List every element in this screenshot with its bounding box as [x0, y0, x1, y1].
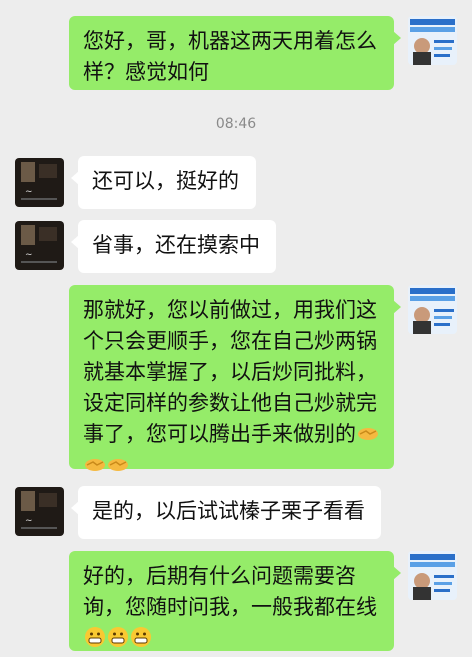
my-avatar[interactable] — [408, 285, 457, 334]
message-text: 您好，哥，机器这两天用着怎么样？感觉如何 — [83, 29, 377, 84]
my-avatar[interactable] — [408, 16, 457, 65]
message-text: 还可以，挺好的 — [92, 169, 239, 193]
svg-text:~: ~ — [25, 250, 33, 260]
grinning-face-emoji — [107, 626, 129, 648]
message-bubble-received[interactable]: 是的，以后试试榛子栗子看看 — [71, 486, 381, 539]
handshake-emoji — [357, 422, 379, 444]
svg-text:~: ~ — [25, 187, 33, 197]
message-text: 那就好，您以前做过，用我们这个只会更顺手，您在自己炒两锅就基本掌握了，以后炒同批… — [83, 298, 377, 446]
message-bubble-sent[interactable]: 那就好，您以前做过，用我们这个只会更顺手，您在自己炒两锅就基本掌握了，以后炒同批… — [69, 285, 401, 471]
message-bubble-received[interactable]: 还可以，挺好的 — [71, 156, 256, 209]
my-avatar[interactable] — [408, 551, 457, 600]
message-text: 好的，后期有什么问题需要咨询，您随时问我，一般我都在线 — [83, 564, 377, 619]
handshake-emoji — [107, 453, 129, 475]
message-text: 省事，还在摸索中 — [92, 233, 260, 257]
contact-avatar[interactable]: ~ — [15, 158, 64, 207]
message-bubble-sent[interactable]: 好的，后期有什么问题需要咨询，您随时问我，一般我都在线 — [69, 551, 401, 651]
contact-avatar[interactable]: ~ — [15, 487, 64, 536]
message-bubble-received[interactable]: 省事，还在摸索中 — [71, 220, 276, 273]
timestamp: 08:46 — [215, 116, 257, 132]
grinning-face-emoji — [84, 626, 106, 648]
svg-text:~: ~ — [25, 516, 33, 526]
contact-avatar[interactable]: ~ — [15, 221, 64, 270]
grinning-face-emoji — [130, 626, 152, 648]
message-bubble-sent[interactable]: 您好，哥，机器这两天用着怎么样？感觉如何 — [69, 16, 401, 90]
message-text: 是的，以后试试榛子栗子看看 — [92, 499, 365, 523]
handshake-emoji — [84, 453, 106, 475]
